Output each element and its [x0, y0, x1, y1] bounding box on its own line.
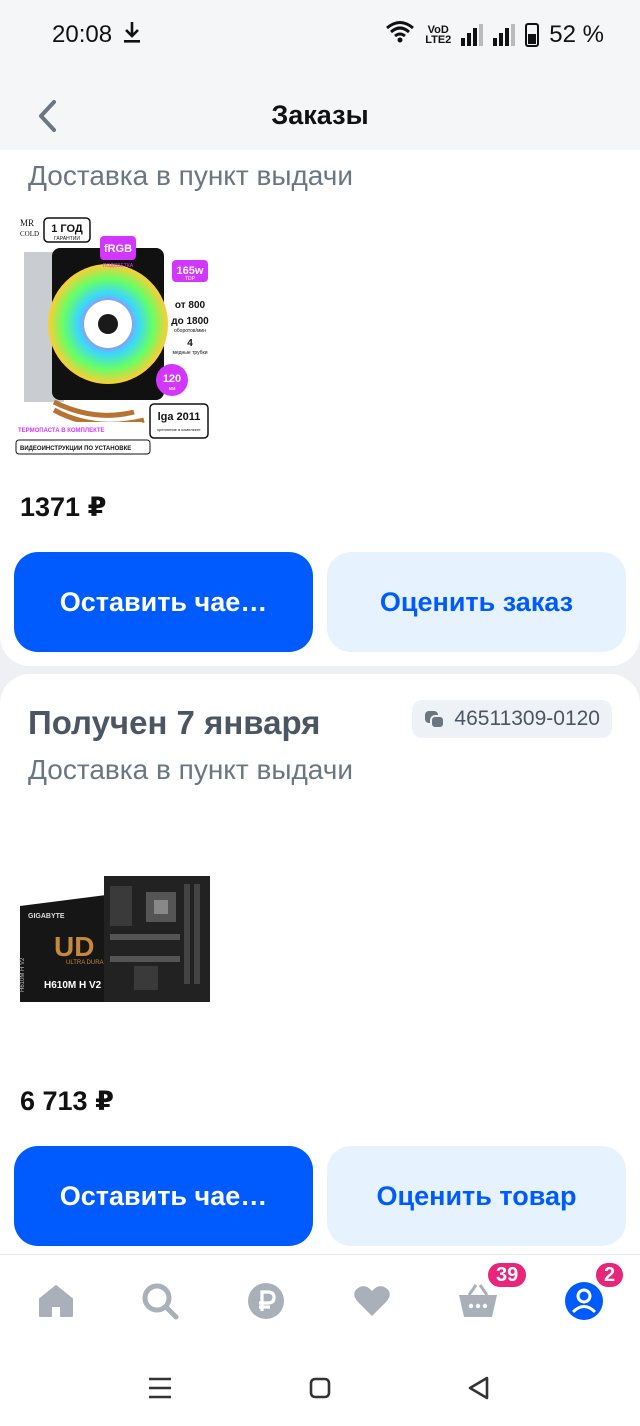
leave-tip-button[interactable]: Оставить чае…: [14, 552, 313, 652]
tab-finance[interactable]: [242, 1277, 290, 1325]
leave-tip-button[interactable]: Оставить чае…: [14, 1146, 313, 1246]
cart-count-badge: 39: [486, 1261, 529, 1289]
order-card: Получен 7 января 46511309-0120 Доставка …: [0, 674, 640, 1274]
pipes-label: 4: [187, 338, 193, 349]
rpm-from-label: от 800: [175, 300, 206, 311]
system-nav-bar: [0, 1344, 640, 1426]
search-icon: [142, 1283, 179, 1320]
battery-icon: [525, 23, 540, 47]
box-side-label: H610M H V2: [20, 957, 26, 992]
socket-sub: крепление в комплекте: [157, 427, 201, 432]
delivery-type: Доставка в пункт выдачи: [28, 754, 353, 785]
rate-product-button[interactable]: Оценить товар: [327, 1146, 626, 1246]
warranty-sub: ГАРАНТИИ: [54, 236, 80, 242]
warranty-label: 1 ГОД: [51, 223, 83, 235]
back-nav-button[interactable]: [458, 1368, 498, 1408]
rgb-sub: ПОДСВЕТКА: [103, 263, 134, 269]
order-number-chip[interactable]: 46511309-0120: [412, 700, 612, 738]
status-bar: 20:08 VoD LTE2 52 %: [0, 0, 640, 70]
network-type-label: VoD LTE2: [425, 25, 452, 46]
rgb-label: fRGB: [104, 243, 132, 255]
brand-top-label: MR: [20, 218, 34, 228]
pipes-sub: медные трубки: [173, 350, 208, 356]
box-brand-label: GIGABYTE: [28, 913, 65, 920]
home-button[interactable]: [300, 1368, 340, 1408]
signal-icon-2: [493, 24, 516, 46]
product-image-motherboard[interactable]: GIGABYTE UD ULTRA DURABLE H610M H V2 H61…: [14, 806, 214, 1072]
wifi-icon: [385, 20, 415, 51]
brand-bottom-label: COLD: [20, 230, 39, 238]
order-card: Доставка в пункт выдачи fRGB MR COLD 1 Г…: [0, 150, 640, 666]
order-status: Получен 7 января: [28, 704, 321, 741]
rpm-sub: оборотов/мин: [174, 328, 206, 334]
product-price: 1371 ₽: [20, 492, 107, 522]
home-icon: [39, 1285, 73, 1317]
status-time: 20:08: [52, 21, 113, 48]
tab-favorites[interactable]: [348, 1277, 396, 1325]
ud-logo: UD: [54, 931, 94, 962]
motherboard-illustration: GIGABYTE UD ULTRA DURABLE H610M H V2 H61…: [14, 806, 214, 1072]
rpm-to-label: до 1800: [171, 316, 209, 327]
profile-notification-badge: 2: [594, 1261, 626, 1289]
triangle-back-icon: [468, 1376, 489, 1400]
socket-label: lga 2011: [158, 411, 201, 423]
profile-icon: [565, 1282, 603, 1320]
tdp-sub: TDP: [185, 276, 196, 282]
square-icon: [309, 1377, 331, 1399]
delivery-type: Доставка в пункт выдачи: [28, 160, 353, 191]
tab-search[interactable]: [136, 1277, 184, 1325]
cooler-illustration: fRGB MR COLD 1 ГОД ГАРАНТИИ ПОДСВЕТКА 16…: [14, 212, 214, 478]
order-number: 46511309-0120: [454, 707, 600, 730]
product-image-cooler[interactable]: fRGB MR COLD 1 ГОД ГАРАНТИИ ПОДСВЕТКА 16…: [14, 212, 214, 478]
network-label-bottom: LTE2: [425, 34, 452, 46]
copy-icon: [425, 711, 446, 729]
tab-home[interactable]: [32, 1277, 80, 1325]
bottom-tab-bar: 39 2: [0, 1254, 640, 1344]
signal-icon-1: [461, 24, 484, 46]
paste-label: ТЕРМОПАСТА В КОМПЛЕКТЕ: [18, 428, 105, 434]
menu-icon: [149, 1377, 171, 1399]
recent-apps-button[interactable]: [140, 1368, 180, 1408]
heart-icon: [354, 1286, 390, 1316]
video-label: ВИДЕОИНСТРУКЦИИ ПО УСТАНОВКЕ: [20, 446, 131, 452]
ruble-icon: [248, 1283, 284, 1319]
page-title: Заказы: [271, 100, 369, 130]
rate-order-button[interactable]: Оценить заказ: [327, 552, 626, 652]
box-model-label: H610M H V2: [44, 980, 102, 991]
fan-size-label: 120: [163, 373, 181, 385]
fan-size-sub: мм: [169, 386, 176, 392]
download-icon: [122, 20, 142, 51]
battery-level: 52 %: [549, 21, 604, 48]
product-price: 6 713 ₽: [20, 1086, 114, 1116]
cart-icon: [459, 1284, 497, 1317]
